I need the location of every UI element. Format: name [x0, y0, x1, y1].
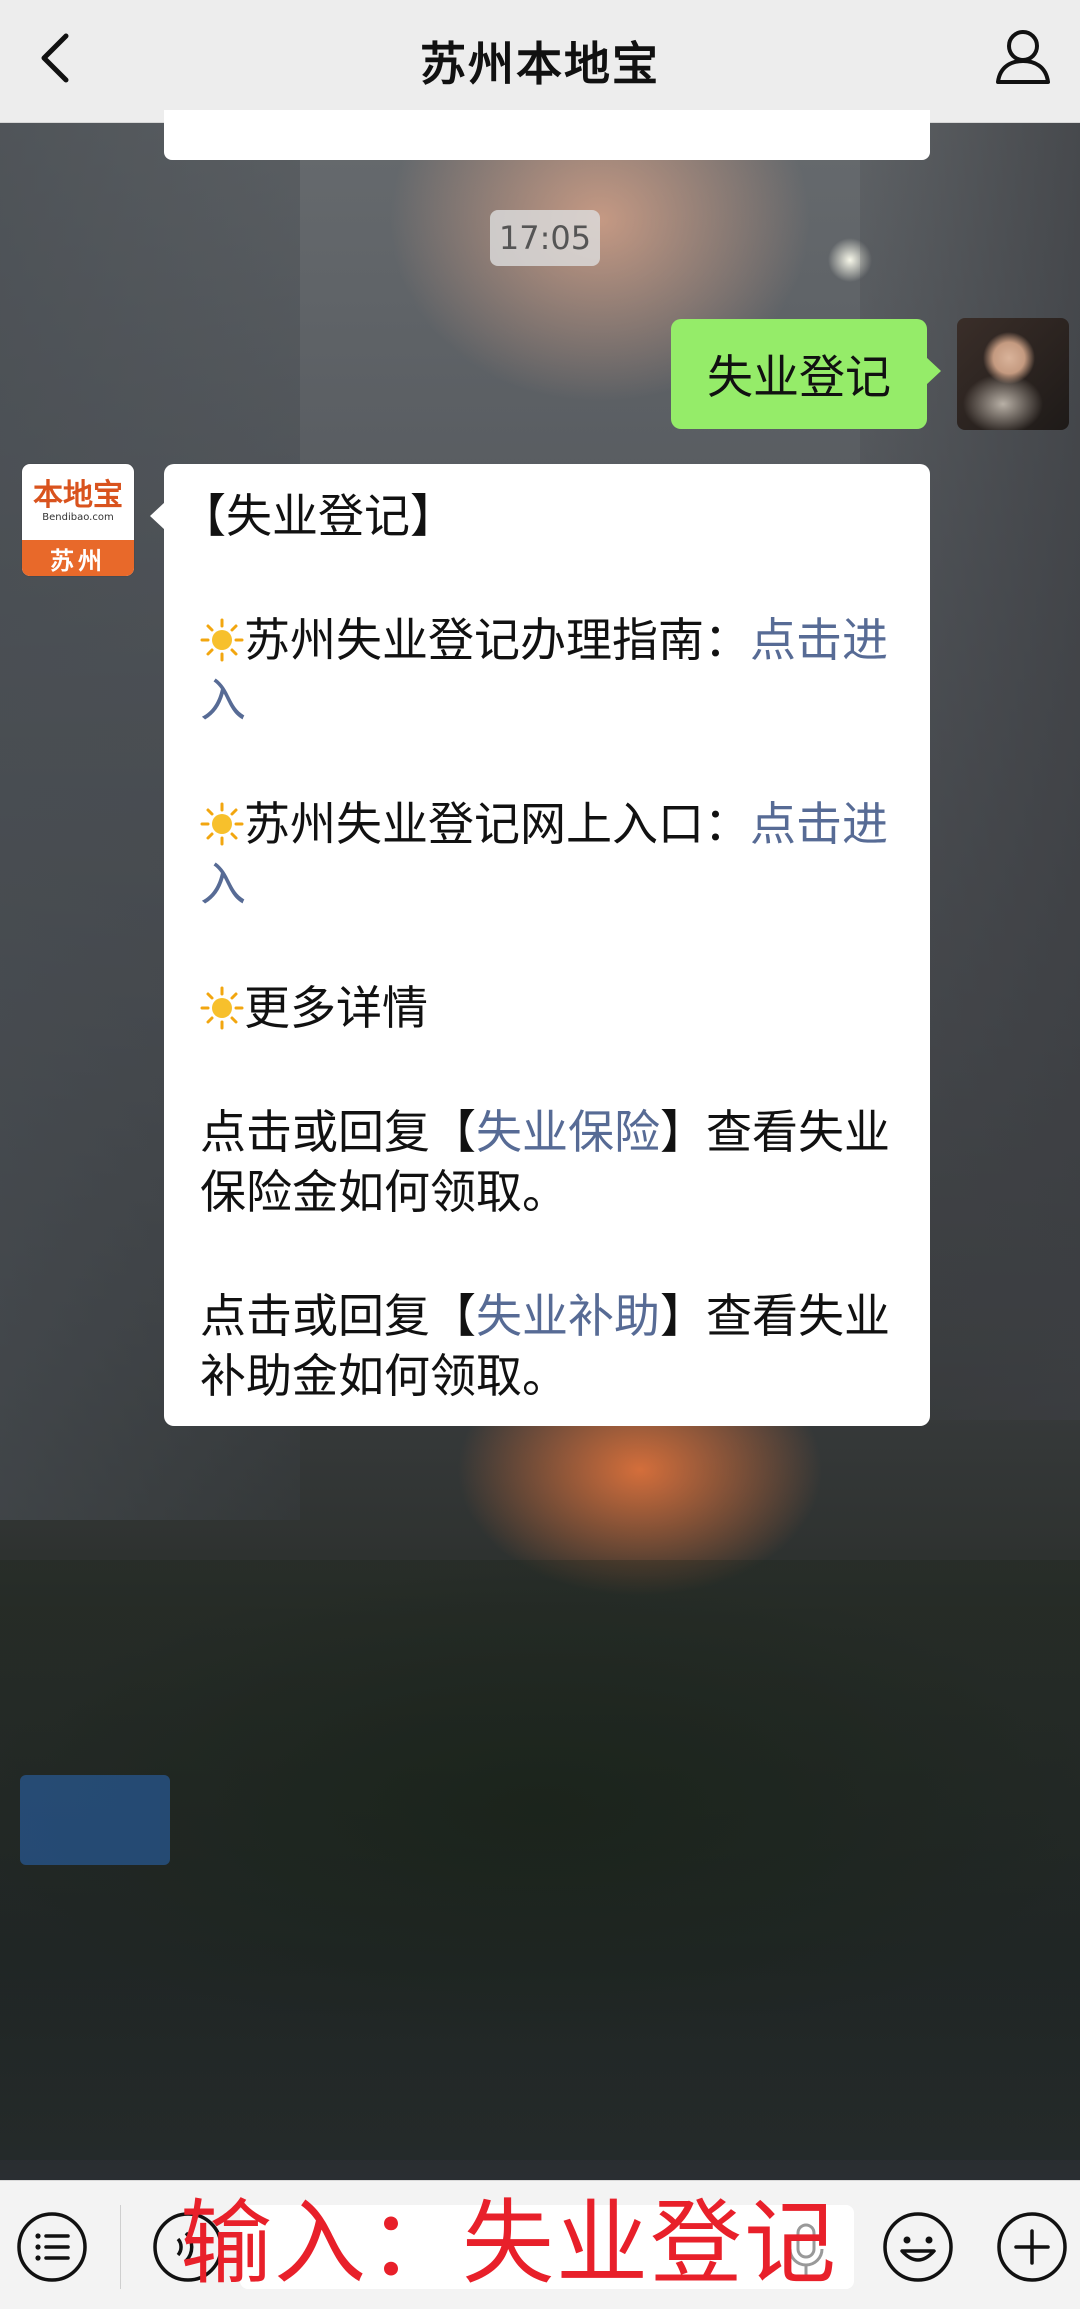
emoji-button[interactable] — [882, 2211, 954, 2283]
sun-icon — [200, 800, 244, 846]
guide-line: 苏州失业登记办理指南：点击进入 — [200, 610, 894, 730]
page-title: 苏州本地宝 — [420, 37, 660, 91]
insurance-link[interactable]: 失业保险 — [476, 1105, 660, 1159]
smiley-icon — [883, 2212, 953, 2282]
more-details-line: 更多详情 — [200, 978, 894, 1038]
subsidy-link[interactable]: 失业补助 — [476, 1289, 660, 1343]
background-street-sign — [20, 1775, 170, 1865]
bot-avatar[interactable]: 本地宝 Bendibao.com 苏州 — [22, 464, 134, 576]
list-menu-icon — [17, 2212, 87, 2282]
input-bar: 输入：失业登记 — [0, 2180, 1080, 2309]
more-button[interactable] — [996, 2211, 1068, 2283]
sun-icon — [200, 984, 244, 1030]
insurance-line: 点击或回复【失业保险】查看失业保险金如何领取。 — [200, 1102, 894, 1222]
navigation-bar: 苏州本地宝 — [0, 0, 1080, 123]
subsidy-prefix: 点击或回复【 — [200, 1289, 476, 1343]
person-icon — [996, 30, 1050, 84]
message-time-stamp: 17:05 — [490, 210, 600, 266]
instruction-overlay-text: 输入：失业登记 — [180, 2190, 839, 2297]
input-bar-divider — [120, 2205, 121, 2289]
insurance-prefix: 点击或回复【 — [200, 1105, 476, 1159]
plus-icon — [997, 2212, 1067, 2282]
user-avatar[interactable] — [957, 318, 1069, 430]
previous-message-bubble[interactable] — [164, 110, 930, 160]
bot-avatar-city: 苏州 — [22, 540, 134, 576]
subsidy-line: 点击或回复【失业补助】查看失业补助金如何领取。 — [200, 1286, 894, 1406]
chevron-left-icon — [41, 33, 69, 83]
message-heading: 【失业登记】 — [180, 489, 456, 543]
back-button[interactable] — [26, 28, 86, 88]
profile-button[interactable] — [992, 26, 1054, 88]
user-message-bubble[interactable]: 失业登记 — [671, 319, 941, 429]
bot-avatar-site: Bendibao.com — [42, 512, 114, 523]
online-entry-text: 苏州失业登记网上入口： — [244, 797, 750, 851]
bot-avatar-brand: 本地宝 — [33, 478, 123, 513]
guide-text: 苏州失业登记办理指南： — [244, 613, 750, 667]
menu-button[interactable] — [16, 2211, 88, 2283]
online-entry-line: 苏州失业登记网上入口：点击进入 — [200, 794, 894, 914]
sun-icon — [200, 616, 244, 662]
more-details-text: 更多详情 — [244, 981, 428, 1035]
bot-message-bubble: 【失业登记】 苏州失业登记办理指南：点击进入 苏州失业登记网上入口：点击进入 更… — [150, 464, 930, 1426]
